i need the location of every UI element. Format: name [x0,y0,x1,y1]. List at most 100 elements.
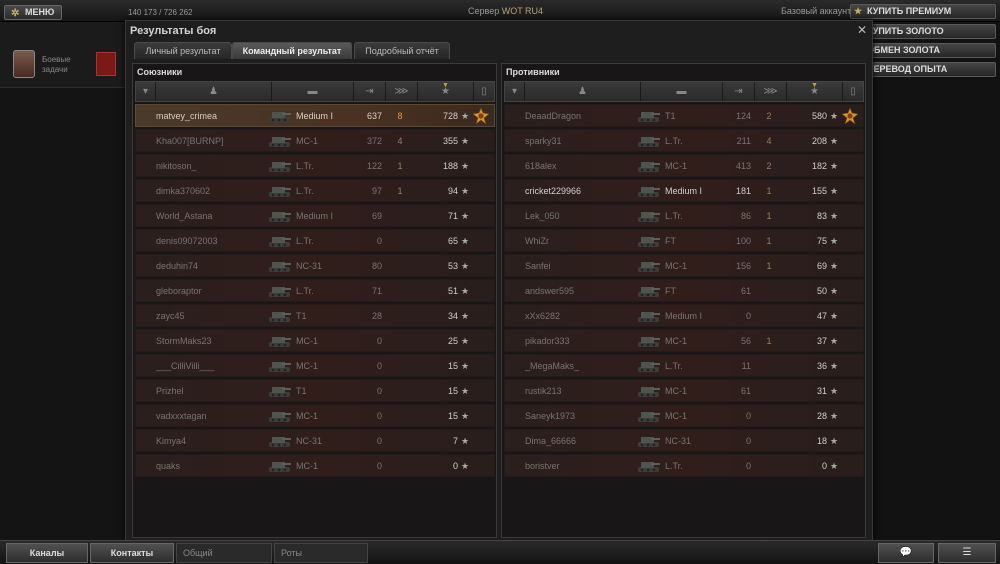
channels-button[interactable]: Каналы [6,543,88,563]
player-name[interactable]: sparky31 [525,130,645,152]
tab-personal[interactable]: Личный результат [134,42,232,59]
player-name[interactable]: dimka370602 [156,180,276,202]
tank-column-icon[interactable]: ▬ [272,82,354,101]
table-row[interactable]: sparky31 L.Tr. 211 4 208 ★ [504,129,864,152]
damage-column-icon[interactable]: ⇥ [723,82,755,101]
frags-column-icon[interactable]: ⋙ [755,82,787,101]
medal-icon[interactable] [841,107,859,125]
star-icon: ★ [461,211,470,221]
player-name[interactable]: Prizhel [156,380,276,402]
player-name[interactable]: Sanfei [525,255,645,277]
quests-icon[interactable] [13,50,35,78]
table-row[interactable]: Lek_050 L.Tr. 86 1 83 ★ [504,204,864,227]
player-name[interactable]: 618alex [525,155,645,177]
player-column-icon[interactable]: ♟ [156,82,272,101]
star-icon: ★ [830,286,839,296]
table-row[interactable]: DeaadDragon T1 124 2 580 ★ [504,104,864,127]
xp-column-icon[interactable]: ▼ ★ [418,82,474,101]
contacts-button[interactable]: Контакты [90,543,174,563]
player-name[interactable]: boristver [525,455,645,477]
player-name[interactable]: xXx6282 [525,305,645,327]
damage-value: 69 [371,211,382,221]
table-row[interactable]: ___CilliVilli___ MC-1 0 15 ★ [135,354,495,377]
player-name[interactable]: denis09072003 [156,230,276,252]
quest-badge-icon[interactable] [96,52,116,76]
menu-button[interactable]: ✲ МЕНЮ [4,5,62,20]
damage-column-icon[interactable]: ⇥ [354,82,386,101]
table-row[interactable]: Kha007[BURNP] MC-1 372 4 355 ★ [135,129,495,152]
table-row[interactable]: 618alex MC-1 413 2 182 ★ [504,154,864,177]
medal-column-icon[interactable]: ▯ [843,82,863,101]
table-row[interactable]: pikador333 MC-1 56 1 37 ★ [504,329,864,352]
player-name[interactable]: _MegaMaks_ [525,355,645,377]
player-name[interactable]: pikador333 [525,330,645,352]
player-name[interactable]: cricket229966 [525,180,645,202]
player-name[interactable]: rustik213 [525,380,645,402]
table-row[interactable]: vadxxxtagan MC-1 0 15 ★ [135,404,495,427]
player-column-icon[interactable]: ♟ [525,82,641,101]
player-name[interactable]: Kimya4 [156,430,276,452]
xp-column-icon[interactable]: ▼ ★ [787,82,843,101]
table-row[interactable]: rustik213 MC-1 61 31 ★ [504,379,864,402]
table-row[interactable]: World_Astana Medium I 69 71 ★ [135,204,495,227]
table-row[interactable]: deduhin74 NC-31 80 53 ★ [135,254,495,277]
table-row[interactable]: zayc45 T1 28 34 ★ [135,304,495,327]
player-name[interactable]: quaks [156,455,276,477]
table-row[interactable]: Dima_66666 NC-31 0 18 ★ [504,429,864,452]
close-icon[interactable]: ✕ [857,23,867,37]
player-name[interactable]: zayc45 [156,305,276,327]
tank-icon [635,107,661,124]
table-row[interactable]: xXx6282 Medium I 0 47 ★ [504,304,864,327]
table-row[interactable]: dimka370602 L.Tr. 97 1 94 ★ [135,179,495,202]
player-name[interactable]: vadxxxtagan [156,405,276,427]
platoon-chat-field[interactable]: Роты [274,543,368,563]
player-name[interactable]: StormMaks23 [156,330,276,352]
squad-column-icon[interactable]: ▾ [505,82,525,101]
sort-indicator-icon: ▼ [811,82,818,89]
player-name[interactable]: ___CilliVilli___ [156,355,276,377]
player-name[interactable]: andswer595 [525,280,645,302]
player-name[interactable]: DeaadDragon [525,105,645,127]
player-name[interactable]: Lek_050 [525,205,645,227]
squad-column-icon[interactable]: ▾ [136,82,156,101]
star-icon: ★ [830,311,839,321]
table-row[interactable]: nikitoson_ L.Tr. 122 1 188 ★ [135,154,495,177]
player-name[interactable]: Kha007[BURNP] [156,130,276,152]
player-name[interactable]: matvey_crimea [156,105,276,127]
table-row[interactable]: andswer595 FT 61 50 ★ [504,279,864,302]
player-name[interactable]: deduhin74 [156,255,276,277]
player-name[interactable]: Dima_66666 [525,430,645,452]
quests-label: Боевые задачи [42,55,71,74]
player-name[interactable]: World_Astana [156,205,276,227]
table-row[interactable]: Sanfei MC-1 156 1 69 ★ [504,254,864,277]
table-row[interactable]: WhiZr FT 100 1 75 ★ [504,229,864,252]
medal-icon[interactable] [472,107,490,125]
star-icon: ★ [461,111,470,121]
frags-column-icon[interactable]: ⋙ [386,82,418,101]
table-row[interactable]: denis09072003 L.Tr. 0 65 ★ [135,229,495,252]
table-row[interactable]: StormMaks23 MC-1 0 25 ★ [135,329,495,352]
notifications-icon[interactable]: ☰ [938,543,996,563]
player-name[interactable]: nikitoson_ [156,155,276,177]
star-icon: ★ [830,386,839,396]
player-name[interactable]: Saneyk1973 [525,405,645,427]
player-name[interactable]: WhiZr [525,230,645,252]
table-row[interactable]: _MegaMaks_ L.Tr. 11 36 ★ [504,354,864,377]
table-row[interactable]: Kimya4 NC-31 0 7 ★ [135,429,495,452]
table-row[interactable]: cricket229966 Medium I 181 1 155 ★ [504,179,864,202]
tab-detailed[interactable]: Подробный отчёт [354,42,450,59]
tab-team[interactable]: Командный результат [232,42,352,59]
table-row[interactable]: Saneyk1973 MC-1 0 28 ★ [504,404,864,427]
table-row[interactable]: matvey_crimea Medium I 637 8 728 ★ [135,104,495,127]
table-row[interactable]: quaks MC-1 0 0 ★ [135,454,495,477]
table-row[interactable]: gleboraptor L.Tr. 71 51 ★ [135,279,495,302]
frags-value: 2 [766,161,772,171]
medal-column-icon[interactable]: ▯ [474,82,494,101]
buy-premium-button[interactable]: ★ КУПИТЬ ПРЕМИУМ [850,4,996,19]
player-name[interactable]: gleboraptor [156,280,276,302]
general-chat-field[interactable]: Общий [176,543,272,563]
table-row[interactable]: boristver L.Tr. 0 0 ★ [504,454,864,477]
chat-icon[interactable]: 💬 [878,543,934,563]
tank-column-icon[interactable]: ▬ [641,82,723,101]
table-row[interactable]: Prizhel T1 0 15 ★ [135,379,495,402]
